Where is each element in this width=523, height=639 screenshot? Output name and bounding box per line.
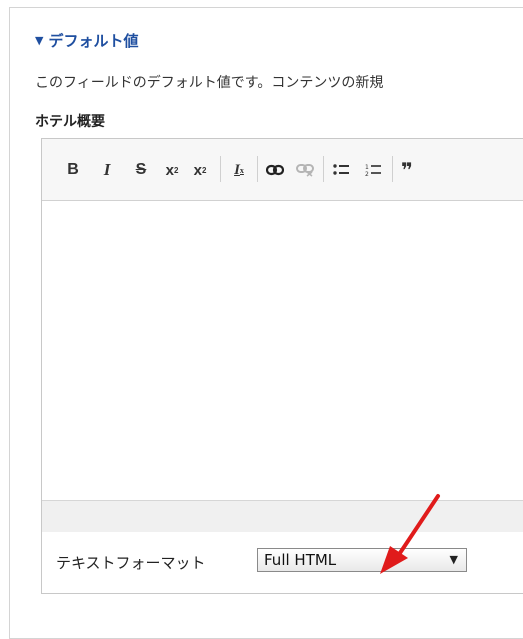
toolbar-separator xyxy=(220,156,221,182)
italic-button[interactable]: I xyxy=(98,159,116,181)
text-format-selected-value: Full HTML xyxy=(264,551,337,569)
numbered-list-icon: 1 2 xyxy=(365,164,381,177)
link-icon xyxy=(266,164,284,176)
text-format-row: テキストフォーマット Full HTML ▼ xyxy=(42,532,523,593)
editor-toolbar: B I S x2 x2 Ix 1 2 ❞ xyxy=(42,139,523,201)
default-value-summary[interactable]: ▼ デフォルト値 xyxy=(35,30,138,51)
text-format-label: テキストフォーマット xyxy=(56,554,206,572)
bulleted-list-icon xyxy=(333,164,349,175)
superscript-button[interactable]: x2 xyxy=(162,159,182,181)
chevron-down-icon: ▼ xyxy=(449,553,458,566)
editor-content-area[interactable] xyxy=(42,201,523,500)
strikethrough-button[interactable]: S xyxy=(132,159,150,181)
bold-button[interactable]: B xyxy=(64,159,82,181)
toolbar-separator xyxy=(392,156,393,182)
unlink-icon xyxy=(296,164,314,177)
toolbar-separator xyxy=(323,156,324,182)
svg-text:2: 2 xyxy=(365,171,369,177)
triangle-down-icon: ▼ xyxy=(35,34,44,47)
hotel-summary-label: ホテル概要 xyxy=(35,114,105,130)
unlink-button[interactable] xyxy=(294,159,316,181)
default-value-description: このフィールドのデフォルト値です。コンテンツの新規 xyxy=(35,75,384,91)
toolbar-separator xyxy=(257,156,258,182)
link-button[interactable] xyxy=(264,159,286,181)
default-value-summary-label: デフォルト値 xyxy=(48,32,139,50)
bulleted-list-button[interactable] xyxy=(330,159,352,181)
svg-text:1: 1 xyxy=(365,164,369,171)
subscript-button[interactable]: x2 xyxy=(190,159,210,181)
rich-text-editor: B I S x2 x2 Ix 1 2 ❞ テキストフォーマット Full HTM… xyxy=(41,138,523,594)
remove-format-button[interactable]: Ix xyxy=(228,159,250,181)
editor-path-bar xyxy=(42,500,523,533)
blockquote-button[interactable]: ❞ xyxy=(398,158,416,182)
text-format-select[interactable]: Full HTML ▼ xyxy=(257,548,467,572)
numbered-list-button[interactable]: 1 2 xyxy=(362,159,384,181)
